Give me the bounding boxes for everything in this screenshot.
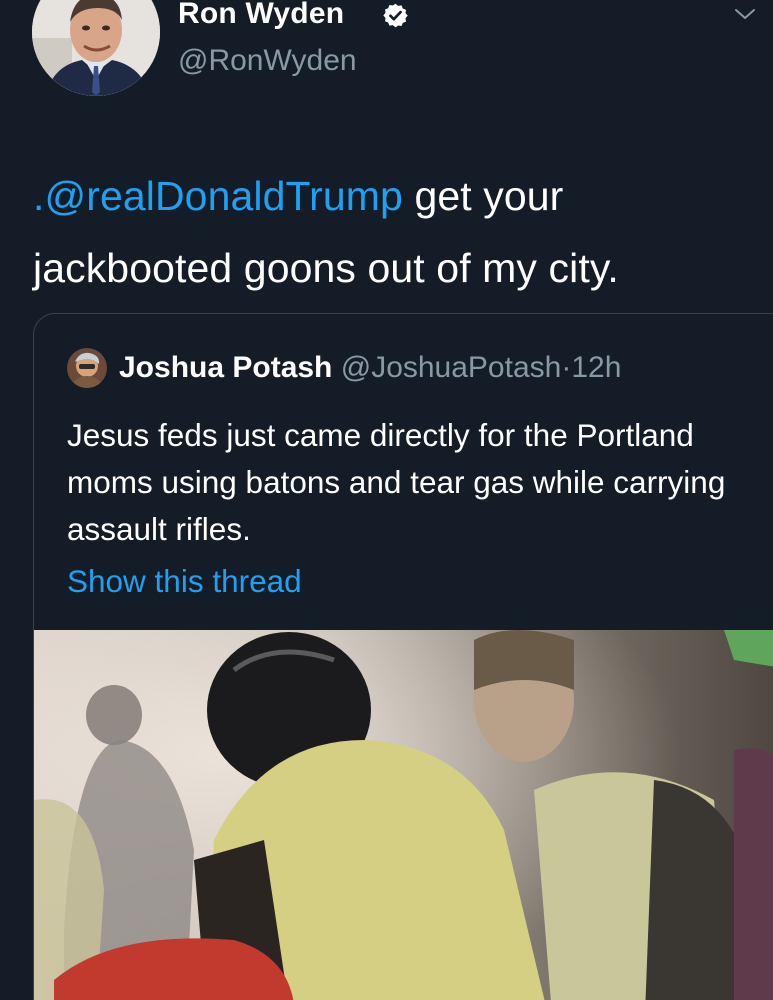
tweet-text: .@realDonaldTrump get your jackbooted go… — [33, 160, 763, 304]
quoted-author-avatar[interactable] — [67, 348, 107, 388]
author-avatar-image — [32, 0, 160, 96]
quoted-timestamp[interactable]: 12h — [571, 351, 621, 384]
chevron-down-icon[interactable] — [733, 6, 757, 22]
quoted-tweet-card[interactable]: Joshua Potash @JoshuaPotash·12h Jesus fe… — [33, 313, 773, 1000]
mention-link[interactable]: .@realDonaldTrump — [33, 173, 403, 219]
author-display-name[interactable]: Ron Wyden — [178, 0, 344, 31]
quoted-tweet-header: Joshua Potash @JoshuaPotash·12h — [119, 351, 621, 385]
protest-scene-image — [34, 630, 773, 1000]
quoted-tweet-video[interactable] — [34, 630, 773, 1000]
quoted-author-name[interactable]: Joshua Potash — [119, 351, 332, 384]
verified-badge-icon — [383, 3, 408, 28]
quoted-author-handle[interactable]: @JoshuaPotash — [341, 351, 562, 384]
show-thread-link[interactable]: Show this thread — [67, 563, 302, 600]
author-avatar[interactable] — [32, 0, 160, 96]
author-handle[interactable]: @RonWyden — [178, 44, 357, 78]
meta-separator: · — [561, 351, 572, 384]
quoted-author-avatar-image — [67, 348, 107, 388]
quoted-tweet-text: Jesus feds just came directly for the Po… — [67, 417, 726, 547]
tweet-view: Ron Wyden @RonWyden .@realDonaldTrump ge… — [0, 0, 773, 1000]
